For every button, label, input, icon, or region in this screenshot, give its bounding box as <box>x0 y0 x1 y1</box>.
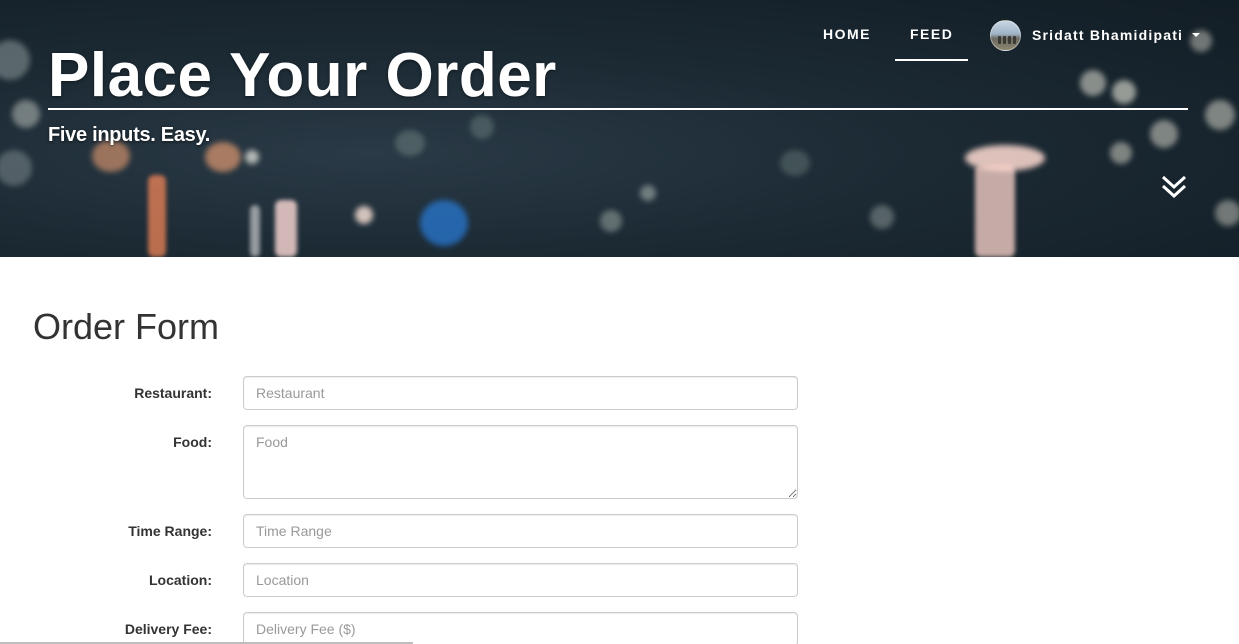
bokeh-light <box>1215 200 1239 226</box>
location-label: Location: <box>149 572 212 588</box>
time-range-label: Time Range: <box>128 523 212 539</box>
bokeh-light <box>1205 100 1235 130</box>
bokeh-light <box>640 185 656 201</box>
page-subtitle: Five inputs. Easy. <box>48 124 211 146</box>
time-range-input[interactable] <box>243 514 798 548</box>
nav-link-home[interactable]: HOME <box>823 26 871 42</box>
light-streak <box>275 200 297 257</box>
bokeh-light <box>355 206 373 224</box>
light-streak <box>250 205 260 257</box>
nav-link-feed[interactable]: FEED <box>910 26 953 42</box>
form-title: Order Form <box>33 306 220 347</box>
restaurant-input[interactable] <box>243 376 798 410</box>
delivery-fee-label: Delivery Fee: <box>124 621 212 637</box>
bokeh-light <box>1112 80 1136 104</box>
location-input[interactable] <box>243 563 798 597</box>
bokeh-light <box>870 205 894 229</box>
bokeh-light <box>470 115 494 139</box>
avatar <box>990 19 1021 51</box>
bokeh-light <box>600 210 622 232</box>
caret-down-icon <box>1192 33 1201 37</box>
food-textarea[interactable] <box>243 425 798 499</box>
bokeh-light <box>420 200 468 246</box>
active-nav-indicator <box>895 59 968 61</box>
bokeh-light <box>0 40 30 80</box>
bokeh-light <box>205 142 241 172</box>
bokeh-light <box>12 100 40 128</box>
bokeh-light <box>780 150 810 176</box>
light-streak <box>148 175 166 257</box>
bokeh-light <box>395 130 425 156</box>
light-streak <box>975 165 1015 257</box>
bokeh-light <box>1080 70 1106 96</box>
restaurant-label: Restaurant: <box>134 385 212 401</box>
user-name: Sridatt Bhamidipati <box>1032 27 1184 43</box>
double-chevron-down-icon[interactable] <box>1160 174 1188 200</box>
bokeh-light <box>0 150 32 186</box>
bokeh-light <box>245 150 259 164</box>
title-divider <box>48 108 1188 110</box>
user-menu-toggle[interactable]: Sridatt Bhamidipati <box>990 19 1201 51</box>
page-title: Place Your Order <box>48 41 557 110</box>
food-label: Food: <box>173 434 212 450</box>
bokeh-light <box>1150 120 1178 148</box>
delivery-fee-input[interactable] <box>243 612 798 644</box>
bokeh-light <box>1110 142 1132 164</box>
